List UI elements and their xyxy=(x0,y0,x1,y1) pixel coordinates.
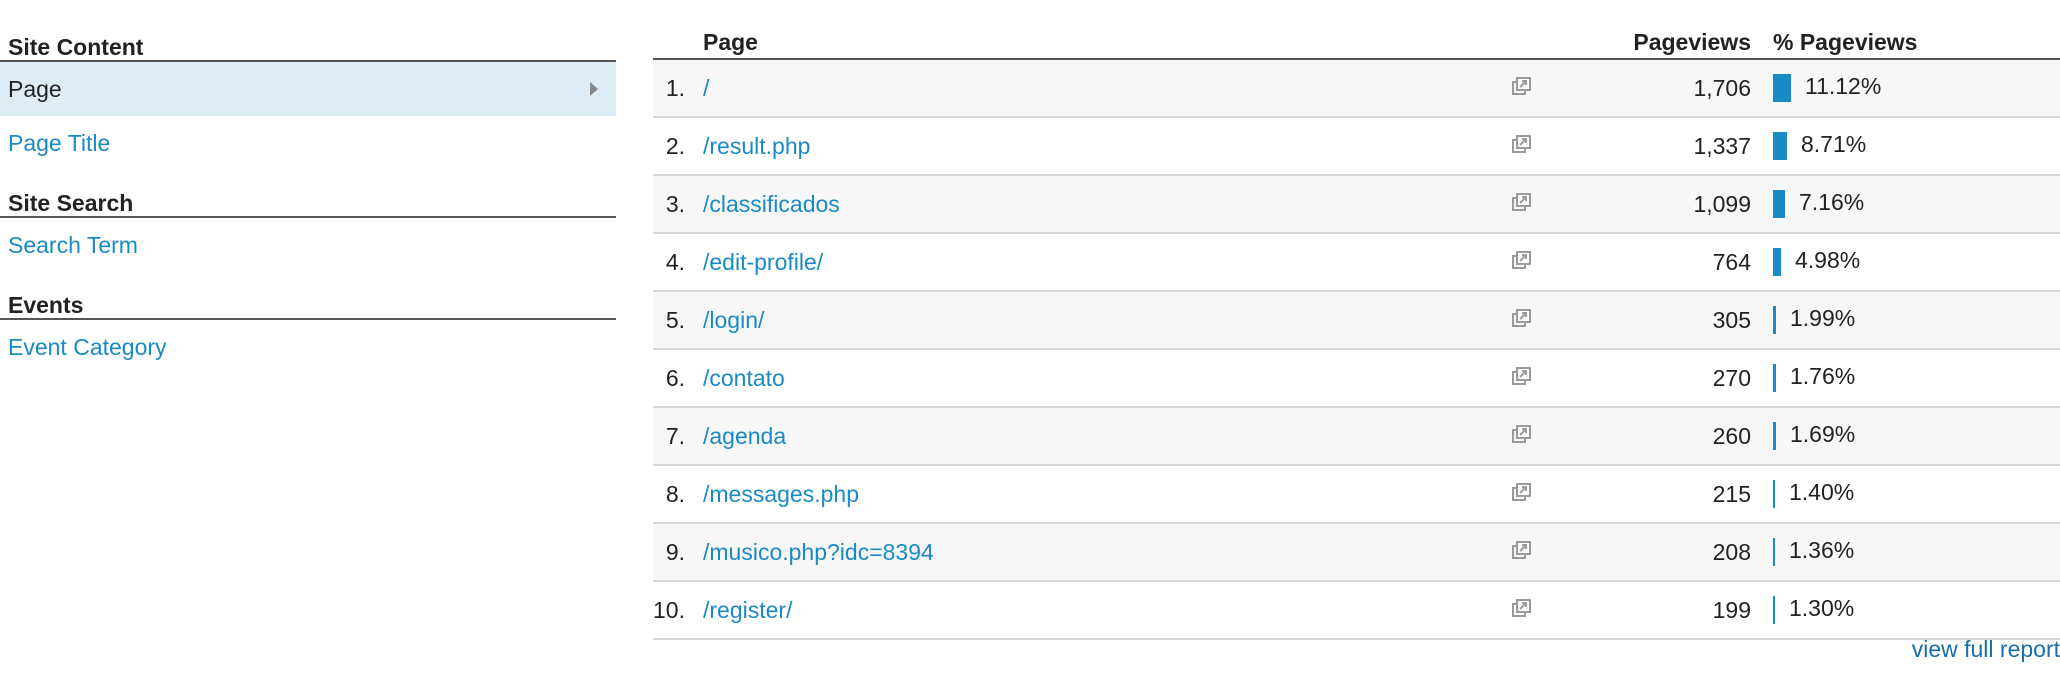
pct-value: 11.12% xyxy=(1805,73,1882,99)
pct-value: 1.69% xyxy=(1790,421,1856,447)
row-number: 6. xyxy=(665,365,685,391)
table-row: 3. /classificados 1,099 7.16% xyxy=(653,176,2060,234)
table-row: 2. /result.php 1,337 8.71% xyxy=(653,118,2060,176)
page-link[interactable]: /classificados xyxy=(703,176,840,232)
table-body: 1. / 1,706 11.12% 2. /result.php 1,337 8.71% 3. /… xyxy=(653,60,2060,640)
open-external-icon[interactable] xyxy=(1511,76,1533,98)
table-row: 1. / 1,706 11.12% xyxy=(653,60,2060,118)
column-header-pageviews[interactable]: Pageviews xyxy=(1633,29,1751,56)
page-link[interactable]: /result.php xyxy=(703,118,810,174)
open-external-icon[interactable] xyxy=(1511,482,1533,504)
nav-item-event-category[interactable]: Event Category xyxy=(0,320,616,374)
pageviews-value: 764 xyxy=(1712,249,1751,275)
pct-value: 1.76% xyxy=(1790,363,1856,389)
table-row: 7. /agenda 260 1.69% xyxy=(653,408,2060,466)
table-row: 6. /contato 270 1.76% xyxy=(653,350,2060,408)
nav-item-event-category-label: Event Category xyxy=(8,334,167,360)
row-number: 2. xyxy=(665,133,685,159)
pct-value: 1.30% xyxy=(1789,595,1855,621)
column-header-page[interactable]: Page xyxy=(703,29,758,56)
open-external-icon[interactable] xyxy=(1511,250,1533,272)
pct-value: 1.99% xyxy=(1790,305,1856,331)
nav-item-page[interactable]: Page xyxy=(0,62,616,116)
row-number: 1. xyxy=(665,75,685,101)
chevron-right-icon xyxy=(590,82,598,96)
page-link[interactable]: /register/ xyxy=(703,582,792,638)
events-heading: Events xyxy=(0,292,616,320)
table-row: 4. /edit-profile/764 4.98% xyxy=(653,234,2060,292)
site-content-heading: Site Content xyxy=(0,34,616,62)
left-nav: Site Content Page Page Title Site Search… xyxy=(0,0,616,374)
row-number: 8. xyxy=(665,481,685,507)
pageviews-value: 215 xyxy=(1712,481,1751,507)
pct-bar xyxy=(1773,364,1776,392)
column-header-pct-pageviews[interactable]: % Pageviews xyxy=(1773,29,1917,56)
row-number: 7. xyxy=(665,423,685,449)
nav-item-page-title[interactable]: Page Title xyxy=(0,116,616,170)
row-number: 9. xyxy=(665,539,685,565)
pageviews-value: 260 xyxy=(1712,423,1751,449)
row-number: 4. xyxy=(665,249,685,275)
pct-bar xyxy=(1773,132,1787,160)
pct-bar xyxy=(1773,248,1781,276)
open-external-icon[interactable] xyxy=(1511,308,1533,330)
page-link[interactable]: /contato xyxy=(703,350,785,406)
pct-bar xyxy=(1773,422,1776,450)
nav-item-page-title-label: Page Title xyxy=(8,130,111,156)
row-number: 5. xyxy=(665,307,685,333)
page-link[interactable]: /musico.php?idc=8394 xyxy=(703,524,934,580)
page-link[interactable]: / xyxy=(703,60,709,116)
pageviews-value: 208 xyxy=(1712,539,1751,565)
pct-value: 8.71% xyxy=(1801,131,1867,157)
pageviews-value: 270 xyxy=(1712,365,1751,391)
pageviews-value: 1,337 xyxy=(1693,133,1751,159)
pageviews-value: 199 xyxy=(1712,597,1751,623)
open-external-icon[interactable] xyxy=(1511,134,1533,156)
open-external-icon[interactable] xyxy=(1511,540,1533,562)
open-external-icon[interactable] xyxy=(1511,598,1533,620)
pct-value: 1.40% xyxy=(1789,479,1855,505)
table-row: 9. /musico.php?idc=8394 208 1.36% xyxy=(653,524,2060,582)
pct-bar xyxy=(1773,306,1776,334)
page-link[interactable]: /edit-profile/ xyxy=(703,234,823,290)
page-link[interactable]: /agenda xyxy=(703,408,786,464)
pageviews-value: 1,706 xyxy=(1693,75,1751,101)
row-number: 10. xyxy=(653,597,685,623)
page-link[interactable]: /messages.php xyxy=(703,466,859,522)
table-row: 10. /register/199 1.30% xyxy=(653,582,2060,640)
pct-bar xyxy=(1773,596,1775,624)
site-search-heading: Site Search xyxy=(0,190,616,218)
open-external-icon[interactable] xyxy=(1511,366,1533,388)
nav-item-page-label: Page xyxy=(8,76,62,102)
view-full-report-link[interactable]: view full report xyxy=(1912,636,2060,663)
open-external-icon[interactable] xyxy=(1511,192,1533,214)
pct-bar xyxy=(1773,190,1785,218)
nav-item-search-term-label: Search Term xyxy=(8,232,138,258)
open-external-icon[interactable] xyxy=(1511,424,1533,446)
pages-table: Page Pageviews % Pageviews 1. / 1,706 11.12… xyxy=(653,0,2060,640)
table-header: Page Pageviews % Pageviews xyxy=(653,0,2060,60)
table-row: 8. /messages.php 215 1.40% xyxy=(653,466,2060,524)
pct-value: 4.98% xyxy=(1795,247,1861,273)
pageviews-value: 1,099 xyxy=(1693,191,1751,217)
pct-bar xyxy=(1773,538,1775,566)
pct-value: 1.36% xyxy=(1789,537,1855,563)
nav-item-search-term[interactable]: Search Term xyxy=(0,218,616,272)
table-row: 5. /login/305 1.99% xyxy=(653,292,2060,350)
pct-bar xyxy=(1773,74,1791,102)
row-number: 3. xyxy=(665,191,685,217)
pageviews-value: 305 xyxy=(1712,307,1751,333)
pct-value: 7.16% xyxy=(1799,189,1865,215)
pct-bar xyxy=(1773,480,1775,508)
page-link[interactable]: /login/ xyxy=(703,292,764,348)
